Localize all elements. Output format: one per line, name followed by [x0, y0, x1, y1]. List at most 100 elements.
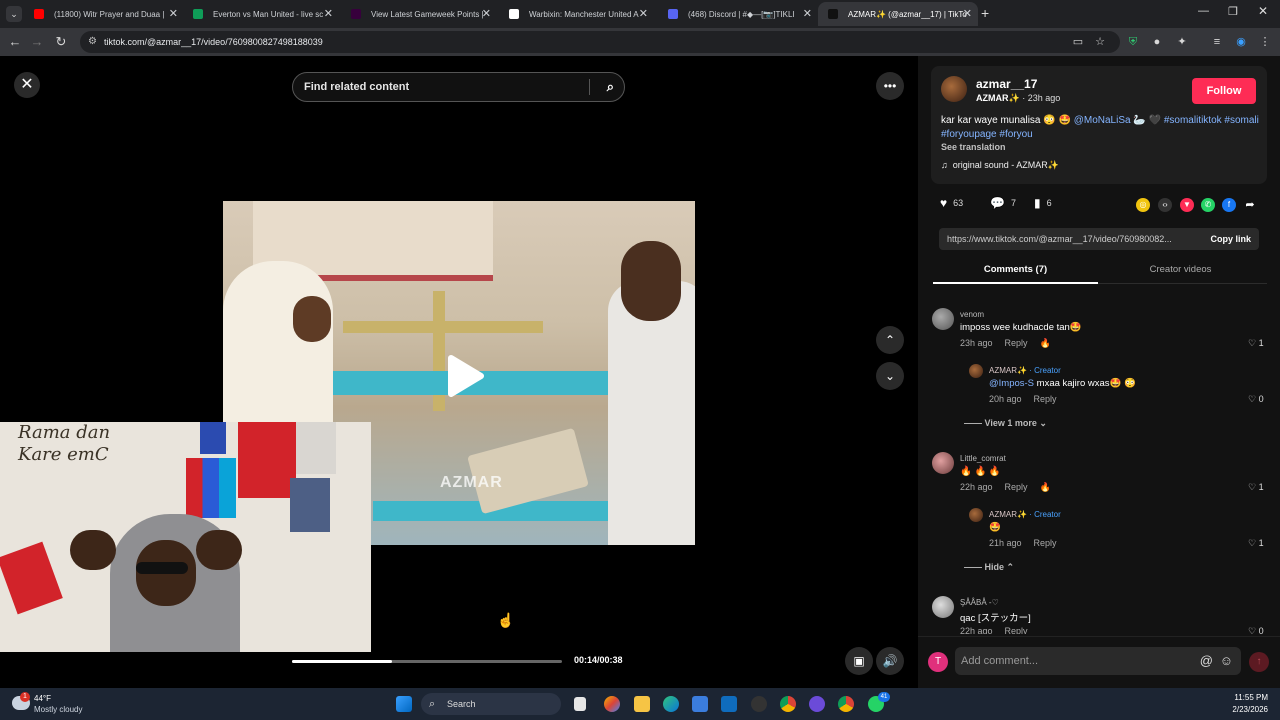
extension-shield-icon[interactable]: ⛨ — [1125, 34, 1141, 50]
media-controls-icon[interactable]: ≡ — [1209, 34, 1225, 50]
tab-close-icon[interactable]: ✕ — [639, 7, 648, 20]
creator-reply-avatar[interactable] — [969, 364, 983, 378]
follow-button[interactable]: Follow — [1192, 78, 1256, 104]
browser-tab[interactable]: Warbixin: Manchester United A ✕ — [499, 2, 654, 26]
comment-input[interactable]: Add comment... @ ☺ — [955, 647, 1241, 675]
reply-like[interactable]: ♡ 0 — [1248, 394, 1264, 405]
commenter-name[interactable]: ŞÅÅBÅ -♡ — [960, 598, 999, 607]
my-avatar[interactable]: T — [928, 652, 948, 672]
tab-creator-videos[interactable]: Creator videos — [1098, 264, 1263, 275]
browser-tab[interactable]: (468) Discord | #◆—[📷]TIKLI ✕ — [658, 2, 818, 26]
start-icon[interactable] — [396, 696, 412, 712]
sound-link[interactable]: ♫ original sound - AZMAR✨ — [941, 160, 1059, 171]
tab-close-icon[interactable]: ✕ — [169, 7, 178, 20]
creator-username[interactable]: azmar__17 — [976, 77, 1037, 91]
menu-icon[interactable]: ⋮ — [1257, 34, 1273, 50]
address-bar[interactable]: ⚙ tiktok.com/@azmar__17/video/7609800827… — [80, 31, 1120, 53]
comment-like[interactable]: ♡ 1 — [1248, 338, 1264, 349]
clock-date[interactable]: 2/23/2026 — [1232, 705, 1268, 714]
close-icon[interactable]: ✕ — [14, 72, 40, 98]
send-comment-icon[interactable]: ↑ — [1249, 652, 1269, 672]
reply-like[interactable]: ♡ 1 — [1248, 538, 1264, 549]
new-tab-icon[interactable]: + — [981, 5, 989, 21]
whatsapp-share-icon[interactable]: ✆ — [1201, 198, 1215, 212]
chrome-icon[interactable] — [780, 696, 796, 712]
comment-like[interactable]: ♡ 0 — [1248, 626, 1264, 634]
reply-mention[interactable]: @Impos-S — [989, 378, 1034, 389]
video-progress-bar[interactable] — [292, 660, 562, 663]
weather-widget[interactable]: 1 44°F Mostly cloudy — [12, 692, 102, 716]
outlook-icon[interactable] — [721, 696, 737, 712]
taskbar-search[interactable]: ⌕ Search — [421, 693, 561, 715]
tab-close-icon[interactable]: ✕ — [963, 7, 972, 20]
reply-button[interactable]: Reply — [1005, 626, 1028, 634]
save-button[interactable]: ▮ 6 — [1034, 196, 1052, 210]
clock-time[interactable]: 11:55 PM — [1234, 693, 1268, 702]
pip-icon[interactable]: ▣ — [845, 647, 873, 675]
creator-avatar[interactable] — [941, 76, 967, 102]
facebook-share-icon[interactable]: f — [1222, 198, 1236, 212]
maximize-icon[interactable]: ❐ — [1228, 5, 1238, 18]
search-icon[interactable]: ⌕ — [607, 73, 614, 101]
mention-icon[interactable]: @ — [1200, 647, 1213, 675]
next-video-icon[interactable]: ⌄ — [876, 362, 904, 390]
more-share-icon[interactable]: ➦ — [1243, 198, 1257, 212]
more-options-icon[interactable]: ••• — [876, 72, 904, 100]
reply-button[interactable]: Reply — [1005, 338, 1028, 348]
tab-close-icon[interactable]: ✕ — [324, 7, 333, 20]
commenter-avatar[interactable] — [932, 596, 954, 618]
reply-author[interactable]: AZMAR✨ · Creator — [989, 510, 1061, 519]
hide-replies[interactable]: —— Hide ⌃ — [964, 562, 1014, 573]
reply-button[interactable]: Reply — [1005, 482, 1028, 492]
previous-video-icon[interactable]: ⌃ — [876, 326, 904, 354]
profile-avatar-icon[interactable]: ◉ — [1233, 34, 1249, 50]
reply-author[interactable]: AZMAR✨ · Creator — [989, 366, 1061, 375]
commenter-name[interactable]: Little_comrat — [960, 454, 1006, 463]
embed-icon[interactable]: ‹› — [1158, 198, 1172, 212]
tab-comments[interactable]: Comments (7) — [933, 264, 1098, 284]
store-icon[interactable] — [692, 696, 708, 712]
commenter-avatar[interactable] — [932, 308, 954, 330]
like-button[interactable]: ♥ 63 — [940, 196, 963, 210]
share-link-url[interactable]: https://www.tiktok.com/@azmar__17/video/… — [947, 234, 1172, 244]
emoji-icon[interactable]: ☺ — [1220, 647, 1233, 675]
edge-icon[interactable] — [663, 696, 679, 712]
minimize-icon[interactable]: — — [1198, 5, 1209, 17]
file-explorer-icon[interactable] — [634, 696, 650, 712]
send-share-icon[interactable]: ▼ — [1180, 198, 1194, 212]
site-info-icon[interactable]: ⚙ — [88, 31, 97, 53]
play-icon[interactable] — [445, 354, 485, 398]
commenter-name[interactable]: venom — [960, 310, 984, 319]
view-more-replies[interactable]: —— View 1 more ⌄ — [964, 418, 1047, 429]
find-related-search-input[interactable]: Find related content ⌕ — [292, 72, 625, 102]
reply-button[interactable]: Reply — [1034, 394, 1057, 404]
back-icon[interactable]: ← — [6, 33, 24, 51]
see-translation-link[interactable]: See translation — [941, 142, 1006, 152]
install-app-icon[interactable]: ▭ — [1070, 34, 1086, 50]
caption-mention[interactable]: @MoNaLiSa — [1074, 115, 1131, 126]
coin-share-icon[interactable]: ◎ — [1136, 198, 1150, 212]
bookmark-star-icon[interactable]: ☆ — [1092, 34, 1108, 50]
comment-like[interactable]: ♡ 1 — [1248, 482, 1264, 493]
close-window-icon[interactable]: ✕ — [1258, 4, 1268, 18]
app-icon-purple[interactable] — [809, 696, 825, 712]
copilot-icon[interactable] — [604, 696, 620, 712]
extensions-puzzle-icon[interactable]: ✦ — [1174, 34, 1190, 50]
tab-search-icon[interactable]: ⌄ — [6, 6, 22, 22]
chrome-profile-icon[interactable] — [838, 696, 854, 712]
browser-tab[interactable]: Everton vs Man United - live sc ✕ — [183, 2, 339, 26]
reload-icon[interactable]: ↻ — [52, 33, 70, 51]
forward-icon[interactable]: → — [28, 33, 46, 51]
browser-tab[interactable]: AZMAR✨ (@azmar__17) | TikTo ✕ — [818, 2, 978, 26]
reply-button[interactable]: Reply — [1034, 538, 1057, 548]
browser-tab[interactable]: View Latest Gameweek Points | ✕ — [341, 2, 497, 26]
comment-button[interactable]: 💬 7 — [990, 196, 1016, 210]
browser-tab[interactable]: (11800) Witr Prayer and Duaa | ✕ — [24, 2, 184, 26]
tab-close-icon[interactable]: ✕ — [803, 7, 812, 20]
app-icon-dark[interactable] — [751, 696, 767, 712]
commenter-avatar[interactable] — [932, 452, 954, 474]
tab-close-icon[interactable]: ✕ — [482, 7, 491, 20]
copy-link-button[interactable]: Copy link — [1210, 228, 1251, 250]
extension-circle-icon[interactable]: ● — [1149, 34, 1165, 50]
task-view-icon[interactable] — [574, 697, 586, 711]
